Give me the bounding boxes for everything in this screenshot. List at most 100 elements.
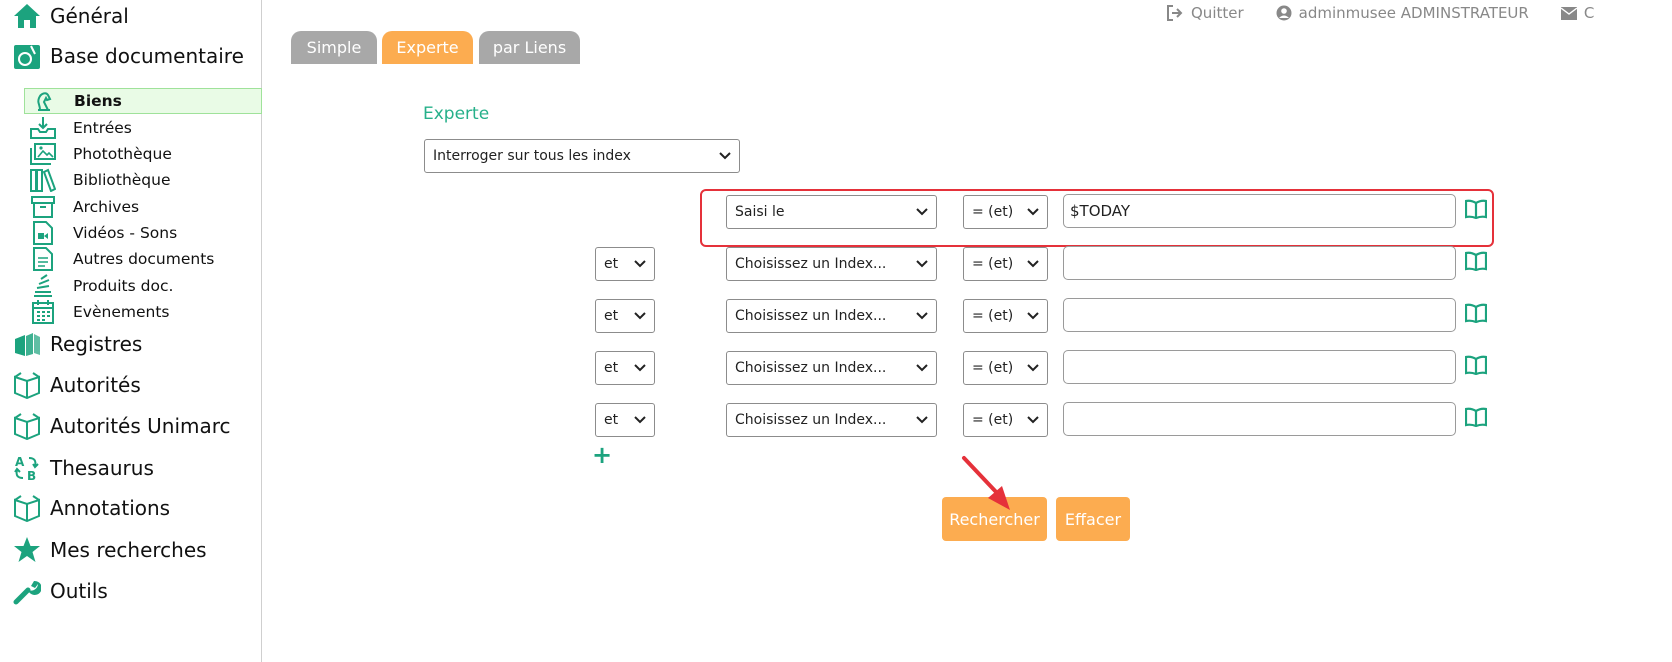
connector-select[interactable]: et (595, 351, 655, 385)
nav-autorites[interactable]: Autorités (12, 369, 141, 401)
database-icon (12, 41, 42, 71)
chevron-down-icon (634, 364, 646, 372)
sidebar-item-biens[interactable]: Biens (24, 88, 262, 114)
connector-select[interactable]: et (595, 247, 655, 281)
index-select[interactable]: Choisissez un Index... (726, 247, 937, 281)
envelope-icon (1560, 6, 1577, 20)
chess-knight-icon (31, 88, 57, 114)
value-input[interactable] (1063, 402, 1456, 436)
sidebar-item-label: Evènements (73, 303, 170, 321)
registers-icon (12, 329, 42, 359)
sidebar-item-label: Photothèque (73, 145, 172, 163)
operator-select[interactable]: = (et) (963, 299, 1048, 333)
wrench-icon (12, 576, 42, 606)
operator-select-value: = (et) (972, 204, 1014, 220)
book-open-icon[interactable] (1465, 355, 1487, 375)
sidebar-item-label: Entrées (73, 119, 132, 137)
operator-select[interactable]: = (et) (963, 403, 1048, 437)
sidebar-item-label: Produits doc. (73, 277, 174, 295)
scope-select[interactable]: Interroger sur tous les index (424, 139, 740, 173)
chevron-down-icon (1027, 208, 1039, 216)
nav-base-documentaire-label: Base documentaire (50, 44, 244, 68)
chevron-down-icon (916, 312, 928, 320)
annotation-arrow-icon (962, 456, 1010, 510)
nav-autorites-label: Autorités (50, 373, 141, 397)
chevron-down-icon (1027, 364, 1039, 372)
book-open-icon[interactable] (1465, 199, 1487, 219)
chevron-down-icon (634, 416, 646, 424)
sidebar-item-entrees[interactable]: Entrées (24, 115, 262, 141)
nav-general-label: Général (50, 4, 129, 28)
chevron-down-icon (916, 364, 928, 372)
index-select[interactable]: Choisissez un Index... (726, 403, 937, 437)
images-icon (30, 141, 56, 167)
sidebar-item-autres-documents[interactable]: Autres documents (24, 246, 262, 272)
calendar-icon (30, 299, 56, 325)
connector-select-value: et (604, 308, 619, 324)
svg-text:B: B (27, 469, 36, 482)
mail-label: C (1583, 4, 1595, 22)
tab-simple[interactable]: Simple (291, 31, 377, 64)
chevron-down-icon (916, 260, 928, 268)
nav-thesaurus-label: Thesaurus (50, 456, 154, 480)
operator-select[interactable]: = (et) (963, 195, 1048, 229)
inbox-download-icon (30, 115, 56, 141)
index-select[interactable]: Choisissez un Index... (726, 351, 937, 385)
connector-select-value: et (604, 412, 619, 428)
nav-general[interactable]: Général (12, 0, 129, 32)
tab-experte[interactable]: Experte (382, 31, 473, 64)
book-open-icon[interactable] (1465, 251, 1487, 271)
chevron-down-icon (634, 312, 646, 320)
sidebar-item-evenements[interactable]: Evènements (24, 299, 262, 325)
nav-thesaurus[interactable]: AB Thesaurus (12, 452, 154, 484)
quit-link[interactable]: Quitter (1166, 4, 1244, 22)
sidebar-item-label: Biens (74, 92, 122, 110)
sidebar-item-produits-doc[interactable]: Produits doc. (24, 273, 262, 299)
star-icon (12, 535, 42, 565)
sidebar: Général Base documentaire Biens Entrées … (0, 0, 262, 662)
mail-link[interactable]: C (1560, 4, 1595, 22)
book-open-icon[interactable] (1465, 303, 1487, 323)
operator-select-value: = (et) (972, 308, 1014, 324)
index-select-value: Choisissez un Index... (735, 360, 887, 376)
chevron-down-icon (916, 416, 928, 424)
svg-text:A: A (15, 455, 25, 469)
sidebar-item-bibliotheque[interactable]: Bibliothèque (24, 167, 262, 193)
book-open-icon[interactable] (1465, 407, 1487, 427)
stack-icon (30, 273, 56, 299)
sidebar-item-phototheque[interactable]: Photothèque (24, 141, 262, 167)
operator-select[interactable]: = (et) (963, 247, 1048, 281)
operator-select[interactable]: = (et) (963, 351, 1048, 385)
value-input[interactable] (1063, 246, 1456, 280)
archive-box-icon (30, 194, 56, 220)
nav-registres-label: Registres (50, 332, 143, 356)
nav-outils[interactable]: Outils (12, 575, 108, 607)
index-select[interactable]: Saisi le (726, 195, 937, 229)
tab-par-liens[interactable]: par Liens (479, 31, 580, 64)
nav-base-documentaire[interactable]: Base documentaire (12, 40, 244, 72)
nav-annotations[interactable]: Annotations (12, 492, 170, 524)
user-menu[interactable]: adminmusee ADMINSTRATEUR (1276, 4, 1529, 22)
value-input[interactable] (1063, 298, 1456, 332)
chevron-down-icon (1027, 416, 1039, 424)
nav-mes-recherches[interactable]: Mes recherches (12, 534, 207, 566)
add-row-button[interactable]: + (592, 443, 612, 467)
connector-select[interactable]: et (595, 299, 655, 333)
chevron-down-icon (1027, 260, 1039, 268)
value-input[interactable]: $TODAY (1063, 194, 1456, 228)
connector-select[interactable]: et (595, 403, 655, 437)
home-icon (12, 1, 42, 31)
nav-annotations-label: Annotations (50, 496, 171, 520)
sidebar-item-label: Vidéos - Sons (73, 224, 178, 242)
nav-registres[interactable]: Registres (12, 328, 142, 360)
value-input[interactable] (1063, 350, 1456, 384)
scope-select-value: Interroger sur tous les index (433, 148, 631, 164)
clear-button[interactable]: Effacer (1056, 497, 1130, 541)
sidebar-item-archives[interactable]: Archives (24, 194, 262, 220)
sidebar-item-videos-sons[interactable]: Vidéos - Sons (24, 220, 262, 246)
chevron-down-icon (719, 152, 731, 160)
sidebar-item-label: Archives (73, 198, 140, 216)
form-title: Experte (423, 104, 490, 124)
nav-autorites-unimarc[interactable]: Autorités Unimarc (12, 410, 231, 442)
index-select[interactable]: Choisissez un Index... (726, 299, 937, 333)
